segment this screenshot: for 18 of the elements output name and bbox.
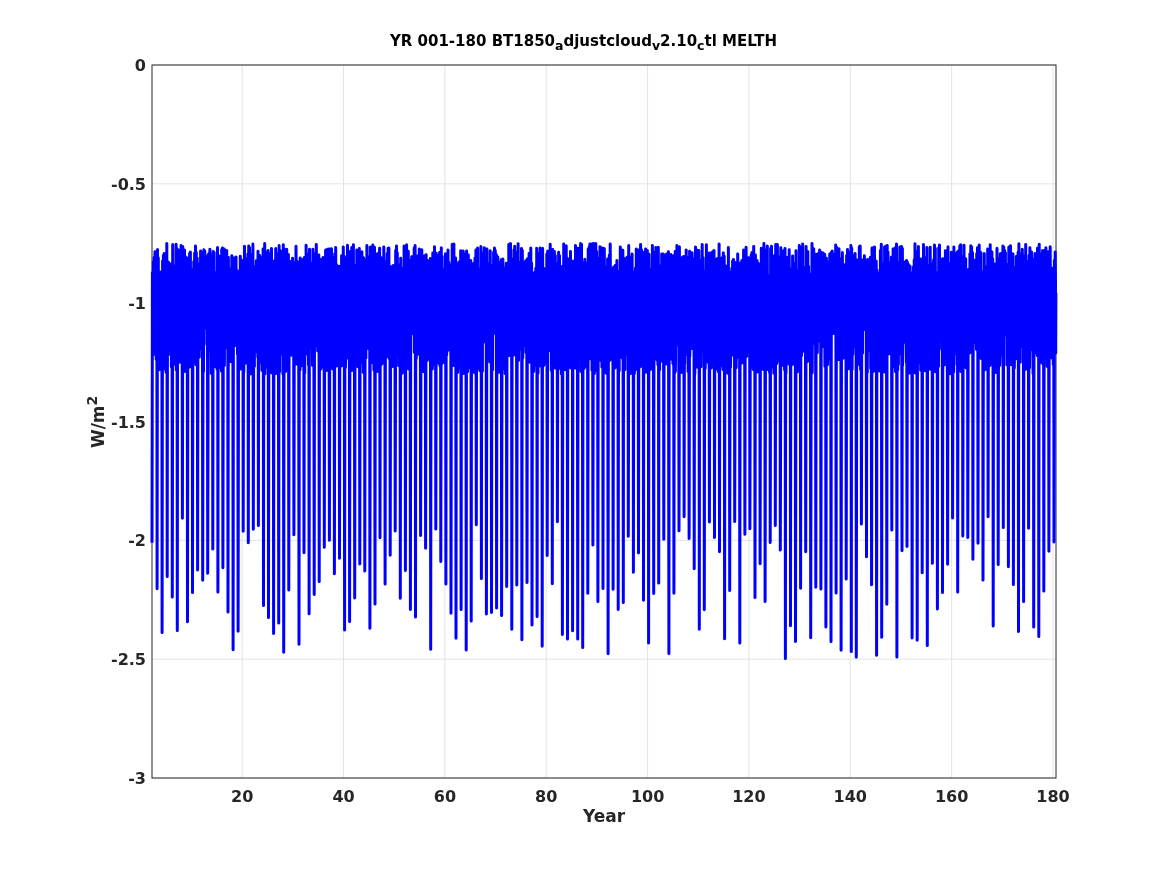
x-tick-label: 100 — [630, 787, 665, 806]
chart-title: YR 001-180 BT1850$_{a}$djustcloud$_{v}$2.10$_{c}$tl MELTH — [389, 32, 778, 53]
y-tick-label: -1 — [128, 293, 146, 313]
y-tick-label: -1.5 — [111, 412, 146, 432]
x-tick-label: 120 — [732, 787, 766, 806]
x-tick-label: 20 — [231, 787, 254, 806]
y-tick-label: -0.5 — [111, 174, 146, 194]
x-tick-label: 40 — [332, 787, 355, 806]
x-tick-label: 180 — [1036, 787, 1070, 806]
x-axis-label: Year — [582, 806, 626, 826]
x-tick-label: 140 — [833, 787, 867, 806]
x-tick-label: 80 — [535, 787, 558, 806]
x-tick-label: 60 — [433, 787, 456, 806]
y-tick-label: -2.5 — [111, 650, 146, 670]
y-tick-label: 0 — [134, 56, 146, 75]
x-tick-label: 160 — [934, 787, 969, 806]
y-tick-label: -2 — [128, 531, 146, 551]
y-tick-label: -3 — [128, 769, 146, 788]
